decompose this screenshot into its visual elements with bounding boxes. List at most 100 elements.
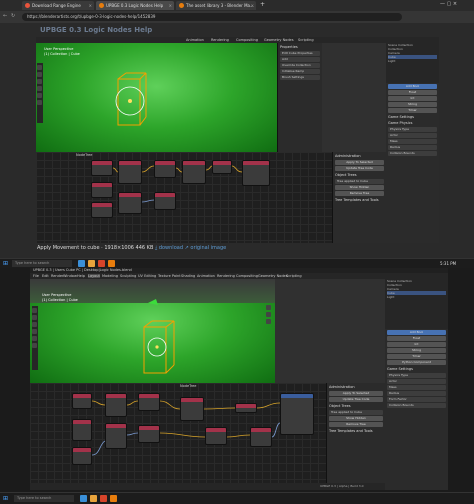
new-tab-icon[interactable]: + (260, 1, 265, 8)
window-controls[interactable]: — ▢ × (440, 1, 457, 7)
viewport-3d[interactable]: User Perspective (1) Collection | Cube (36, 43, 277, 152)
tab-animation[interactable]: Animation (197, 274, 215, 278)
url-field[interactable]: https://blenderartists.org/t/upbge-0-3-l… (22, 13, 402, 21)
actor-row[interactable]: Actor (388, 133, 437, 138)
menu-edit[interactable]: Edit (42, 274, 49, 278)
blender-icon[interactable] (108, 260, 115, 267)
tab-upbge-help[interactable]: UPBGE 0.3 Logic Nodes Help × (96, 1, 174, 10)
tab-shading[interactable]: Shading (181, 274, 195, 278)
tab-texture-paint[interactable]: Texture Paint (158, 274, 181, 278)
mass-row[interactable]: Mass (388, 139, 437, 144)
edge-icon[interactable] (80, 495, 87, 502)
add-bool-button[interactable]: Add Bool (388, 84, 437, 89)
show-hidden-button[interactable]: Show Hidden (329, 416, 383, 421)
float-button[interactable]: Float (387, 336, 446, 341)
string-button[interactable]: String (387, 348, 446, 353)
update-tree-code-button[interactable]: Update Tree Code (329, 397, 383, 402)
close-icon[interactable]: × (251, 1, 254, 10)
remove-tree-button[interactable]: Remove Tree (335, 191, 384, 196)
update-tree-code-button[interactable]: Update Tree Code (335, 166, 384, 171)
tab-range-engine[interactable]: Download Range Engine × (22, 1, 94, 10)
menu-item[interactable]: Compositing (236, 38, 258, 42)
apply-to-selected-button[interactable]: Apply To Selected (335, 160, 384, 165)
form-factor-row[interactable]: Form Factor (387, 397, 446, 402)
tab-geometry-nodes[interactable]: Geometry Nodes (258, 274, 288, 278)
tab-scripting[interactable]: Scripting (286, 274, 302, 278)
close-icon[interactable]: × (169, 1, 172, 10)
lightbox-image[interactable]: Animation Rendering Compositing Geometry… (36, 37, 439, 243)
node-editor[interactable]: NodeTree Administration Apply To Selecte… (30, 383, 385, 483)
panel-row[interactable]: Initialise Ramp (280, 69, 320, 74)
int-button[interactable]: Int (388, 96, 437, 101)
blender-icon[interactable] (110, 495, 117, 502)
remove-tree-button[interactable]: Remove Tree (329, 422, 383, 427)
windows-start-icon[interactable]: ⊞ (3, 495, 8, 502)
menu-render[interactable]: Render (51, 274, 63, 278)
scale-tool-icon[interactable] (32, 336, 37, 341)
panel-row[interactable]: Brush Settings (280, 75, 320, 80)
tab-uv-editing[interactable]: UV Editing (138, 274, 156, 278)
float-button[interactable]: Float (388, 90, 437, 95)
menu-window[interactable]: Window (63, 274, 77, 278)
pan-icon[interactable] (266, 312, 271, 317)
add-bool-button[interactable]: Add Bool (387, 330, 446, 335)
original-image-link[interactable]: original image (190, 245, 226, 251)
transform-tool-icon[interactable] (32, 343, 37, 348)
select-tool-icon[interactable] (32, 308, 37, 313)
rotate-tool-icon[interactable] (32, 329, 37, 334)
collision-row[interactable]: Collision Bounds (388, 151, 437, 156)
cursor-tool-icon[interactable] (32, 315, 37, 320)
tab-rendering[interactable]: Rendering (217, 274, 235, 278)
apply-to-selected-button[interactable]: Apply To Selected (329, 391, 383, 396)
collision-row[interactable]: Collision Bounds (387, 403, 446, 408)
windows-start-icon[interactable]: ⊞ (3, 260, 8, 267)
tab-modeling[interactable]: Modeling (102, 274, 118, 278)
viewport-3d[interactable]: User Perspective (1) Collection | Cube (30, 279, 275, 383)
timer-button[interactable]: Timer (388, 108, 437, 113)
menu-item[interactable]: Rendering (211, 38, 229, 42)
actor-row[interactable]: Actor (387, 379, 446, 384)
physics-type-row[interactable]: Physics Type (388, 127, 437, 132)
tab-sculpting[interactable]: Sculpting (120, 274, 136, 278)
radius-row[interactable]: Radius (388, 145, 437, 150)
menu-item[interactable]: Geometry Nodes (264, 38, 294, 42)
zoom-icon[interactable] (266, 305, 271, 310)
cursor-tool-icon[interactable] (37, 72, 42, 77)
menu-item[interactable]: Animation (186, 38, 204, 42)
chrome-icon[interactable] (98, 260, 105, 267)
panel-row[interactable]: Add (280, 57, 320, 62)
move-tool-icon[interactable] (32, 322, 37, 327)
tab-layout[interactable]: Layout (88, 274, 100, 278)
close-icon[interactable]: × (89, 1, 92, 10)
scale-tool-icon[interactable] (37, 93, 42, 98)
explorer-icon[interactable] (88, 260, 95, 267)
menu-file[interactable]: File (33, 274, 39, 278)
edge-icon[interactable] (78, 260, 85, 267)
menu-help[interactable]: Help (77, 274, 85, 278)
cube-selection-outline[interactable] (106, 65, 156, 145)
python-component-button[interactable]: Python Component (387, 360, 446, 365)
move-tool-icon[interactable] (37, 79, 42, 84)
timer-button[interactable]: Timer (387, 354, 446, 359)
menu-item[interactable]: Scripting (298, 38, 314, 42)
download-link[interactable]: download (159, 245, 183, 251)
physics-type-row[interactable]: Physics Type (387, 373, 446, 378)
panel-row[interactable]: Edit Cube Properties (280, 51, 320, 56)
int-button[interactable]: Int (387, 342, 446, 347)
radius-row[interactable]: Radius (387, 391, 446, 396)
node-editor[interactable]: NodeTree Administration Apply To Selecte… (36, 152, 386, 243)
select-tool-icon[interactable] (37, 65, 42, 70)
rotate-tool-icon[interactable] (37, 86, 42, 91)
panel-row[interactable]: Override Collection (280, 63, 320, 68)
refresh-icon[interactable]: ↻ (11, 13, 15, 19)
outliner-item[interactable]: Light (388, 59, 437, 63)
show-hidden-button[interactable]: Show Hidden (335, 185, 384, 190)
camera-view-icon[interactable] (266, 319, 271, 324)
tab-asset-library[interactable]: The asset library 3 - Blender Ma... × (176, 1, 256, 10)
taskbar-search[interactable]: Type here to search (14, 495, 74, 502)
cube-selection-outline[interactable] (130, 299, 190, 383)
string-button[interactable]: String (388, 102, 437, 107)
outliner-item[interactable]: Light (387, 295, 446, 299)
mass-row[interactable]: Mass (387, 385, 446, 390)
chrome-icon[interactable] (100, 495, 107, 502)
